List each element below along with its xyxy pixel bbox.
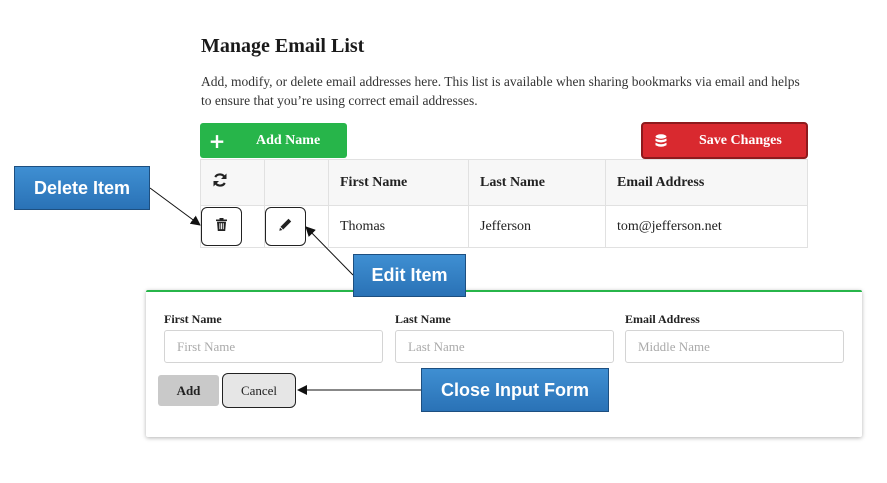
add-button[interactable]: Add [158, 375, 219, 406]
edit-button[interactable] [265, 207, 306, 246]
email-table: First Name Last Name Email Address Thoma… [200, 159, 808, 248]
delete-arrow [149, 187, 201, 226]
table-row: Thomas Jefferson tom@jefferson.net [200, 205, 808, 248]
column-header-last-name[interactable]: Last Name [468, 159, 606, 206]
save-changes-label: Save Changes [699, 132, 782, 148]
last-name-input[interactable] [395, 330, 614, 363]
page-title: Manage Email List [201, 35, 365, 57]
cell-last-name: Jefferson [468, 205, 606, 248]
cancel-button[interactable]: Cancel [222, 373, 296, 408]
first-name-input[interactable] [164, 330, 383, 363]
page-description: Add, modify, or delete email addresses h… [201, 74, 800, 108]
column-header-email[interactable]: Email Address [605, 159, 808, 206]
edit-cell [264, 205, 329, 248]
email-address-label: Email Address [625, 312, 700, 326]
save-changes-button[interactable]: Save Changes [641, 122, 808, 159]
add-name-label: Add Name [256, 132, 321, 148]
last-name-label: Last Name [395, 312, 451, 326]
refresh-icon[interactable] [212, 173, 228, 192]
cell-first-name: Thomas [328, 205, 469, 248]
first-name-label: First Name [164, 312, 222, 326]
trash-icon [216, 217, 227, 236]
column-header-first-name[interactable]: First Name [328, 159, 469, 206]
table-header-row: First Name Last Name Email Address [200, 159, 808, 206]
input-form-panel [146, 290, 862, 437]
cell-email: tom@jefferson.net [605, 205, 808, 248]
edit-header-cell [264, 159, 329, 206]
pencil-icon [279, 218, 292, 236]
delete-button[interactable] [201, 207, 242, 246]
refresh-header-cell [200, 159, 265, 206]
callout-close-input-form: Close Input Form [421, 368, 609, 412]
delete-cell [200, 205, 265, 248]
callout-edit-item: Edit Item [353, 254, 466, 297]
callout-delete-item: Delete Item [14, 166, 150, 210]
email-address-input[interactable] [625, 330, 844, 363]
add-name-button[interactable]: + Add Name [200, 123, 347, 158]
database-icon [643, 133, 679, 148]
plus-icon: + [208, 128, 226, 153]
